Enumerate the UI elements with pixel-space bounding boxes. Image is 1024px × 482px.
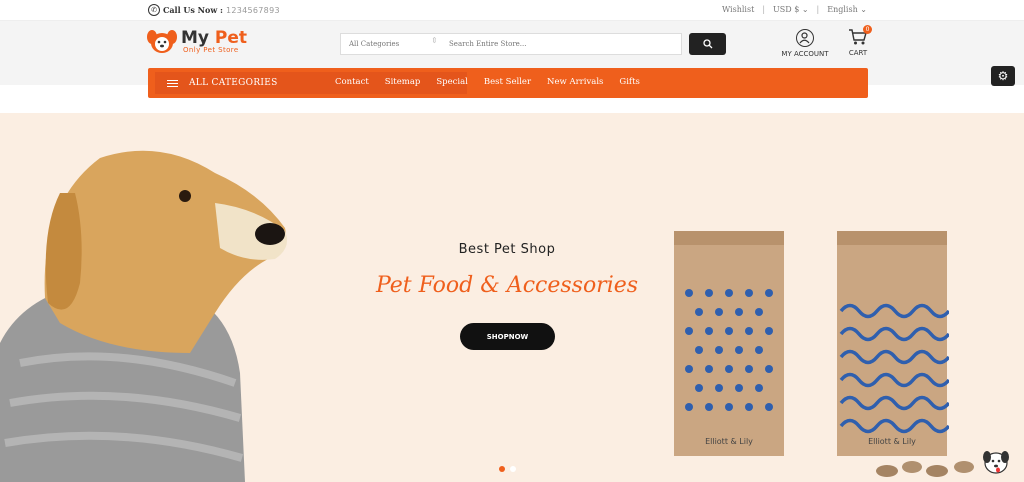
search-icon (702, 39, 712, 49)
slider-dot-active[interactable] (499, 466, 505, 472)
cart-count-badge: 0 (863, 25, 872, 34)
main-nav: ALL CATEGORIES Contact Sitemap Special B… (148, 68, 868, 98)
slider-dot[interactable] (510, 466, 516, 472)
my-account[interactable]: MY ACCOUNT (781, 29, 829, 58)
nav-link-sitemap[interactable]: Sitemap (385, 77, 421, 87)
gear-icon: ⚙ (997, 69, 1009, 83)
divider: | (762, 5, 766, 14)
language-select[interactable]: English ⌄ (827, 5, 867, 14)
menu-icon (167, 78, 178, 89)
call-us: ✆ Call Us Now : 1234567893 (148, 4, 280, 16)
nav-link-gifts[interactable]: Gifts (619, 77, 639, 87)
cart[interactable]: 0 CART (845, 25, 872, 57)
phone-number[interactable]: 1234567893 (226, 6, 280, 15)
call-label: Call Us Now : (163, 5, 223, 15)
chevron-down-icon: ⌄ (860, 5, 867, 14)
currency-select[interactable]: USD $ ⌄ (773, 5, 809, 14)
logo-title: My Pet (181, 28, 248, 48)
category-select[interactable]: All Categories ⇕ (341, 36, 441, 48)
logo-tagline: Only Pet Store (183, 46, 239, 54)
search-bar: All Categories ⇕ (340, 33, 682, 55)
cart-label: CART (848, 49, 868, 57)
dog-mascot-icon (983, 451, 1009, 474)
nav-link-contact[interactable]: Contact (335, 77, 369, 87)
top-links: Wishlist | USD $ ⌄ | English ⌄ (722, 5, 867, 14)
hero-banner: Best Pet Shop Pet Food & Accessories SHO… (0, 113, 1024, 482)
food-bag-waves: Elliott & Lily (835, 231, 951, 456)
food-bag-dots: Elliott & Lily (672, 231, 786, 456)
nav-link-new-arrivals[interactable]: New Arrivals (547, 77, 603, 87)
bag-brand-label: Elliott & Lily (705, 437, 753, 446)
wishlist-link[interactable]: Wishlist (722, 5, 754, 14)
top-bar: ✆ Call Us Now : 1234567893 Wishlist | US… (0, 0, 1024, 21)
divider: | (816, 5, 820, 14)
search-button[interactable] (689, 33, 726, 55)
account-label: MY ACCOUNT (781, 50, 829, 58)
site-logo[interactable]: My Pet Only Pet Store (147, 29, 247, 55)
search-input[interactable] (441, 40, 681, 48)
settings-gear-button[interactable]: ⚙ (991, 66, 1015, 86)
phone-icon: ✆ (148, 4, 160, 16)
shop-now-button[interactable]: SHOPNOW (460, 323, 555, 350)
chevron-down-icon: ⌄ (801, 5, 809, 14)
dog-logo-icon (147, 30, 177, 53)
nav-links: Contact Sitemap Special Best Seller New … (335, 77, 640, 87)
nav-link-special[interactable]: Special (436, 77, 468, 87)
nav-link-best-seller[interactable]: Best Seller (484, 77, 531, 87)
all-categories-label: ALL CATEGORIES (189, 78, 278, 88)
user-icon (796, 29, 814, 47)
bag-brand-label: Elliott & Lily (868, 437, 916, 446)
select-arrows-icon: ⇕ (431, 36, 438, 45)
